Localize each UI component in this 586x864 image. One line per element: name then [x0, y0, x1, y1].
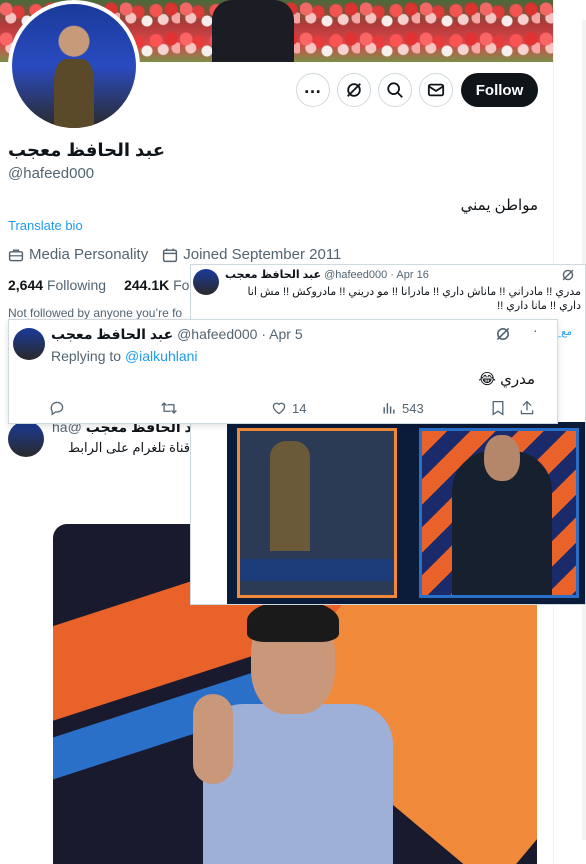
back-tweet-avatar[interactable]	[8, 421, 44, 457]
reply-button[interactable]	[49, 400, 70, 416]
category-label: Media Personality	[29, 246, 149, 263]
category-item: Media Personality	[8, 246, 148, 263]
quoted-tweet-name: عبد الحافظ معجب	[225, 269, 322, 281]
message-icon	[427, 83, 445, 97]
more-icon: …	[303, 77, 323, 97]
grok-button[interactable]	[337, 73, 371, 107]
grok-icon	[347, 83, 361, 97]
message-button[interactable]	[419, 73, 453, 107]
banner-person	[212, 0, 294, 62]
calendar-icon	[163, 248, 178, 262]
quoted-tweet-media[interactable]	[227, 422, 585, 604]
share-icon	[520, 400, 534, 415]
followers-link[interactable]: 244.1K Foll	[124, 277, 196, 293]
following-count: 2,644	[8, 277, 44, 293]
share-button[interactable]	[519, 400, 535, 416]
quoted-tweet-text: مدري !! مادراني !! ماناش داري !! مادرانا…	[247, 286, 581, 312]
replying-to: Replying to @ialkuhlani	[51, 348, 198, 364]
display-name: عبد الحافظ معجب	[8, 140, 166, 160]
presenter-figure	[193, 600, 393, 864]
repost-button[interactable]	[160, 400, 183, 416]
grok-icon[interactable]	[495, 326, 511, 342]
views-button[interactable]: 543	[381, 400, 424, 416]
reply-tweet-header: عبد الحافظ معجب @hafeed000 · Apr 5	[51, 326, 303, 343]
views-icon	[383, 403, 395, 414]
more-icon[interactable]: ·	[533, 322, 538, 338]
briefcase-icon	[8, 248, 24, 261]
media-panel-left	[237, 428, 397, 598]
translate-bio-link[interactable]: Translate bio	[8, 218, 83, 233]
repost-icon	[161, 402, 177, 414]
reply-icon	[50, 401, 64, 416]
followers-count: 244.1K	[124, 277, 170, 293]
reply-tweet-avatar[interactable]	[13, 328, 45, 360]
not-followed-note: Not followed by anyone you’re fo	[8, 306, 183, 320]
quoted-tweet-header: عبد الحافظ معجب @hafeed000 · Apr 16	[225, 268, 429, 281]
presenter-hand	[193, 694, 233, 784]
like-count: 14	[292, 400, 307, 416]
quoted-tweet-card[interactable]: عبد الحافظ معجب @hafeed000 · Apr 16 مدري…	[190, 264, 586, 605]
joined-item: Joined September 2011	[162, 246, 341, 263]
profile-handle: @hafeed000	[8, 165, 95, 182]
replying-prefix: Replying to	[51, 348, 122, 364]
more-button[interactable]: …	[296, 73, 330, 107]
follow-button[interactable]: Follow	[461, 73, 538, 107]
follow-stats: 2,644 Following 244.1K Foll	[8, 277, 196, 293]
profile-bio: مواطن يمني	[460, 197, 538, 214]
following-link[interactable]: 2,644 Following	[8, 277, 106, 293]
reporter-figure	[270, 441, 310, 551]
replying-to-link[interactable]: @ialkuhlani	[125, 348, 198, 364]
search-button[interactable]	[378, 73, 412, 107]
profile-meta: Media Personality Joined September 2011	[8, 246, 341, 263]
reply-tweet-text: مدري 😂	[478, 371, 535, 388]
media-panel-right	[419, 428, 579, 598]
profile-avatar[interactable]	[8, 0, 140, 132]
following-label: Following	[46, 277, 107, 293]
tweet-actions: 14 543	[49, 400, 539, 418]
reply-tweet-name[interactable]: عبد الحافظ معجب	[51, 326, 173, 342]
bookmark-icon	[492, 400, 504, 416]
views-count: 543	[402, 400, 424, 416]
quoted-tweet-avatar[interactable]	[193, 269, 219, 295]
news-ticker	[240, 559, 394, 581]
avatar-image	[12, 4, 136, 128]
reply-tweet-handle-time: @hafeed000 · Apr 5	[177, 326, 303, 342]
presenter-hair	[247, 600, 339, 642]
reply-tweet-card[interactable]: عبد الحافظ معجب @hafeed000 · Apr 5 · Rep…	[8, 319, 558, 424]
joined-label: Joined September 2011	[183, 246, 342, 263]
bookmark-button[interactable]	[491, 400, 505, 416]
presenter-face	[484, 435, 520, 481]
like-button[interactable]: 14	[271, 400, 306, 416]
heart-icon	[272, 402, 286, 415]
grok-icon[interactable]	[561, 268, 575, 282]
search-icon	[387, 82, 403, 98]
back-tweet-text: قناة تلغرام على الرابط	[68, 440, 190, 455]
quoted-tweet-handle-time: @hafeed000 · Apr 16	[324, 269, 429, 281]
